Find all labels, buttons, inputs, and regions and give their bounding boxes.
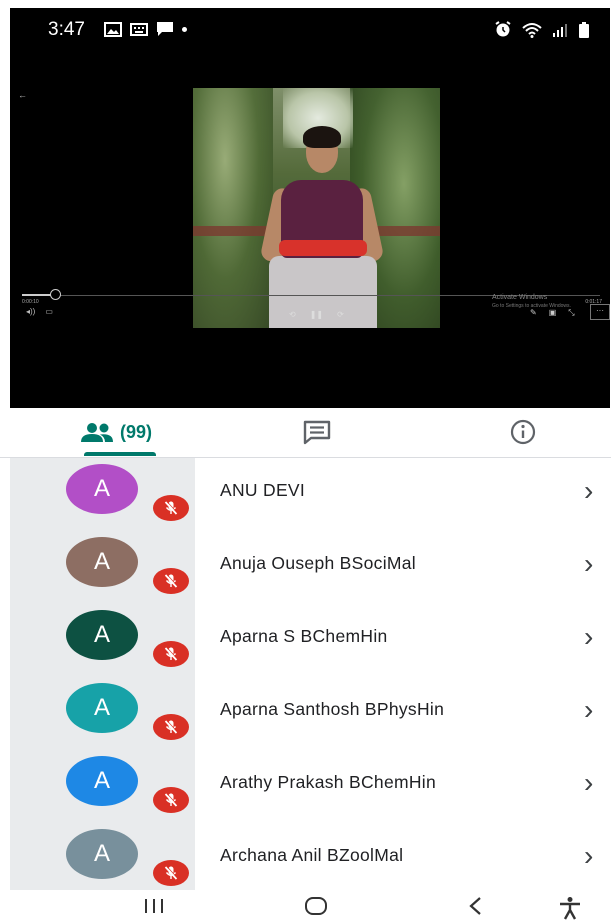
mic-off-icon [153, 860, 189, 886]
tab-people[interactable]: (99) [60, 408, 172, 456]
video-back-icon[interactable]: ← [18, 90, 27, 100]
video-frame[interactable]: ⟲ ❚❚ ⟳ [193, 88, 440, 328]
chevron-right-icon: › [584, 694, 594, 725]
signal-icon [553, 23, 567, 37]
status-bar: 3:47 [10, 8, 610, 52]
person-sash [279, 240, 367, 256]
dot-icon [182, 26, 187, 32]
gallery-icon [104, 21, 122, 37]
tab-info[interactable] [496, 408, 550, 456]
status-time: 3:47 [48, 19, 85, 40]
wifi-icon [522, 22, 542, 38]
video-foliage-left [193, 88, 273, 328]
recents-button[interactable] [142, 896, 166, 916]
activate-windows-title: Activate Windows [492, 294, 548, 301]
avatar: A [66, 464, 138, 514]
miniplayer-icon[interactable]: ▣ [549, 308, 557, 318]
participant-row[interactable]: A Anuja Ouseph BSociMal › [10, 531, 611, 604]
back-button[interactable] [466, 896, 486, 916]
recents-icon [145, 899, 163, 913]
video-area: 3:47 ← ⟲ ❚❚ ⟳ 0:00:10 0:01:17 ◂)) ▭ Acti… [10, 8, 610, 408]
info-icon [510, 419, 536, 445]
people-icon [80, 423, 113, 442]
mic-off-icon [153, 787, 189, 813]
alarm-icon [495, 21, 511, 37]
participant-name: Aparna S BChemHin [220, 626, 388, 646]
mic-off-icon [153, 714, 189, 740]
mic-off-icon [153, 641, 189, 667]
accessibility-icon [560, 897, 580, 920]
fullscreen-exit-icon[interactable]: ⤡ [568, 308, 574, 318]
participant-name: ANU DEVI [220, 480, 306, 500]
keyboard-icon [130, 22, 148, 36]
message-icon [157, 22, 173, 36]
avatar: A [66, 829, 138, 879]
video-timeline-knob[interactable] [50, 289, 61, 300]
edit-icon[interactable]: ✎ [530, 308, 537, 318]
participant-name: Anuja Ouseph BSociMal [220, 553, 416, 573]
home-icon [305, 897, 327, 915]
participant-name: Aparna Santhosh BPhysHin [220, 699, 445, 719]
tab-chat[interactable] [290, 408, 344, 456]
chevron-right-icon: › [584, 840, 594, 871]
mic-off-icon [153, 568, 189, 594]
tab-bar: (99) [0, 408, 611, 458]
chevron-right-icon: › [584, 621, 594, 652]
android-nav-bar [0, 890, 611, 924]
participant-name: Arathy Prakash BChemHin [220, 772, 437, 792]
people-count: (99) [119, 421, 152, 442]
participant-row[interactable]: A ANU DEVI › [10, 458, 611, 531]
back-icon [469, 897, 481, 915]
person-hair [303, 126, 341, 148]
tab-active-indicator [84, 452, 156, 456]
pause-icon[interactable]: ❚❚ [310, 310, 323, 319]
participants-list: A ANU DEVI › A Anuja Ouseph BSociMal › A Aparna… [10, 458, 611, 890]
battery-icon [579, 21, 589, 38]
participant-name: Archana Anil BZoolMal [220, 845, 404, 865]
participant-row[interactable]: A Archana Anil BZoolMal › [10, 823, 611, 890]
participant-row[interactable]: A Arathy Prakash BChemHin › [10, 750, 611, 823]
avatar: A [66, 610, 138, 660]
rewind-icon[interactable]: ⟲ [289, 310, 296, 319]
chat-icon [303, 420, 331, 445]
forward-icon[interactable]: ⟳ [337, 310, 344, 319]
chevron-right-icon: › [584, 475, 594, 506]
avatar: A [66, 683, 138, 733]
volume-icon[interactable]: ◂)) [26, 307, 35, 316]
chevron-right-icon: › [584, 767, 594, 798]
video-time-elapsed: 0:00:10 [22, 299, 39, 305]
home-button[interactable] [303, 896, 329, 916]
participant-row[interactable]: A Aparna S BChemHin › [10, 604, 611, 677]
participant-row[interactable]: A Aparna Santhosh BPhysHin › [10, 677, 611, 750]
chevron-right-icon: › [584, 548, 594, 579]
more-options-icon[interactable]: ··· [590, 304, 610, 320]
captions-icon[interactable]: ▭ [45, 307, 53, 316]
avatar: A [66, 756, 138, 806]
avatar: A [66, 537, 138, 587]
accessibility-button[interactable] [558, 896, 582, 920]
mic-off-icon [153, 495, 189, 521]
